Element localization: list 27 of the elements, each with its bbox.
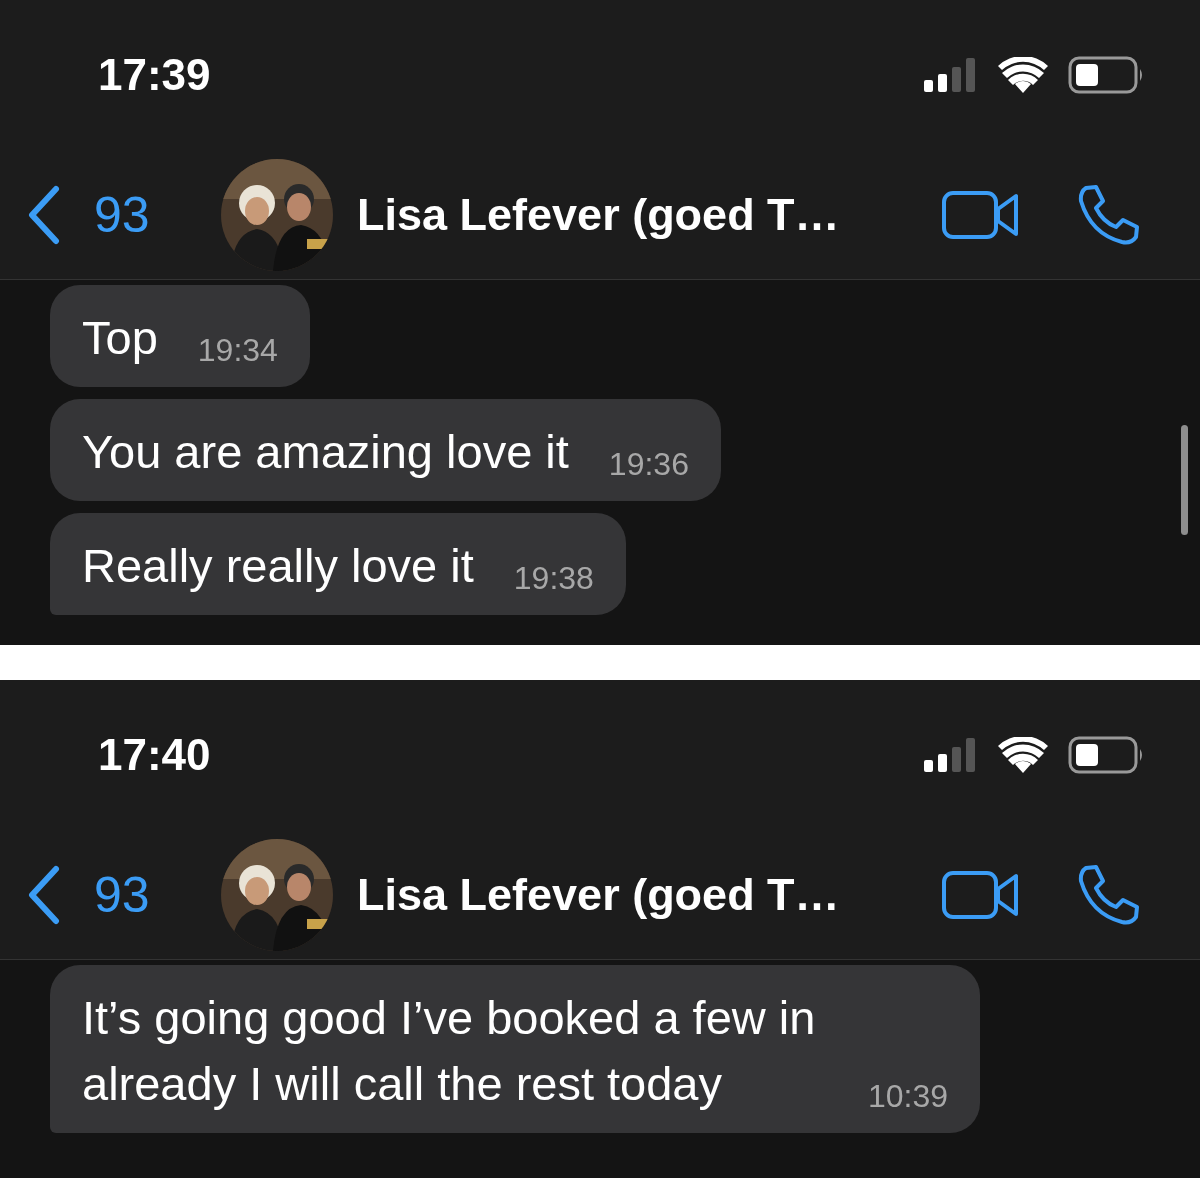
status-time: 17:40 (98, 730, 211, 780)
video-camera-icon (942, 869, 1020, 920)
back-button[interactable]: 93 (26, 184, 206, 245)
scroll-bar[interactable] (1181, 425, 1188, 535)
message-bubble[interactable]: It’s going good I’ve booked a few in already I will call the rest today 10:39 (50, 965, 980, 1133)
contact-name[interactable]: Lisa Lefever (goed T… (357, 188, 886, 241)
message-bubble[interactable]: Really really love it 19:38 (50, 513, 626, 615)
wifi-icon (998, 57, 1048, 93)
message-bubble[interactable]: You are amazing love it 19:36 (50, 399, 721, 501)
chevron-left-icon (26, 184, 62, 245)
contact-name[interactable]: Lisa Lefever (goed T… (357, 868, 886, 921)
status-time: 17:39 (98, 50, 211, 100)
signal-icon (924, 58, 978, 92)
voice-call-button[interactable] (1076, 183, 1140, 246)
battery-icon (1068, 736, 1144, 774)
battery-icon (1068, 56, 1144, 94)
chevron-left-icon (26, 864, 62, 925)
phone-icon (1076, 183, 1140, 246)
video-call-button[interactable] (942, 189, 1020, 240)
back-button[interactable]: 93 (26, 864, 206, 925)
phone-icon (1076, 863, 1140, 926)
video-camera-icon (942, 189, 1020, 240)
signal-icon (924, 738, 978, 772)
voice-call-button[interactable] (1076, 863, 1140, 926)
message-bubble[interactable]: Top 19:34 (50, 285, 310, 387)
video-call-button[interactable] (942, 869, 1020, 920)
wifi-icon (998, 737, 1048, 773)
